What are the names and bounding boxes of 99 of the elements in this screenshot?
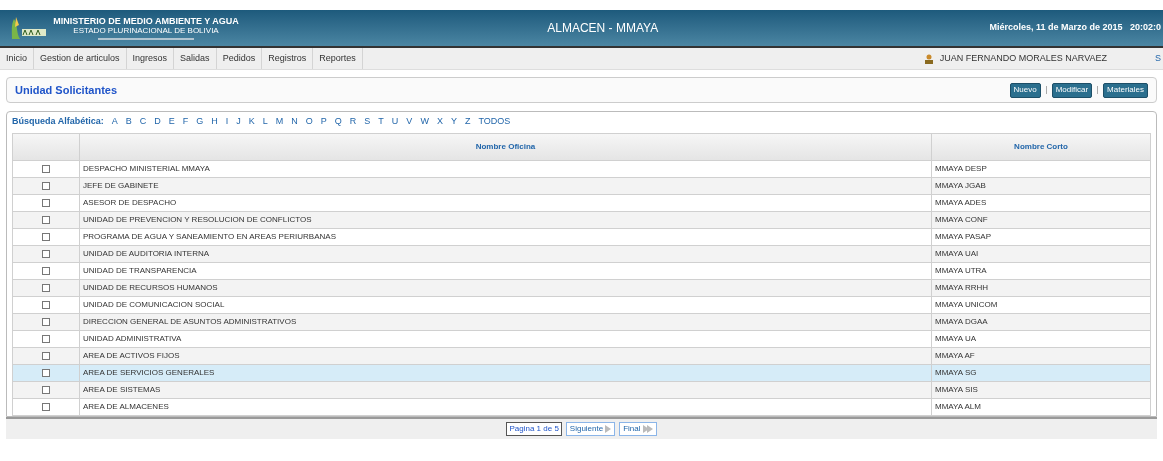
checkbox[interactable] <box>42 215 50 224</box>
checkbox[interactable] <box>42 317 50 326</box>
table-cell: MMAYA UTRA <box>935 266 987 275</box>
table-cell: JEFE DE GABINETE <box>83 181 159 190</box>
search-label: Búsqueda Alfabética: <box>12 114 104 128</box>
letter-link[interactable]: P <box>320 114 327 129</box>
checkbox[interactable] <box>42 351 50 360</box>
table-cell: MMAYA CONF <box>935 215 988 224</box>
checkbox[interactable] <box>42 249 50 258</box>
letter-link[interactable]: G <box>196 114 204 129</box>
letter-link[interactable]: Q <box>334 114 342 129</box>
table-cell: ASESOR DE DESPACHO <box>83 198 177 207</box>
table-cell: MMAYA SIS <box>935 385 978 394</box>
letter-link[interactable]: I <box>225 114 229 129</box>
table-cell: DIRECCION GENERAL DE ASUNTOS ADMINISTRATIVOS <box>83 317 297 326</box>
menu-item[interactable]: Ingresos <box>126 48 175 69</box>
checkbox[interactable] <box>42 300 50 309</box>
logout-link[interactable]: S <box>1155 51 1163 66</box>
menu-item[interactable]: Reportes <box>313 48 363 69</box>
letter-link[interactable]: D <box>154 114 161 129</box>
menu-item[interactable]: Registros <box>262 48 314 69</box>
letter-link[interactable]: A <box>111 114 118 129</box>
action-button[interactable]: Materiales <box>1103 82 1148 98</box>
menu-item[interactable]: Pedidos <box>216 48 263 69</box>
ministry-name: MINISTERIO DE MEDIO AMBIENTE Y AGUA <box>53 16 239 26</box>
arrow-icon <box>605 425 612 433</box>
table-cell: UNIDAD ADMINISTRATIVA <box>83 334 182 343</box>
letter-link[interactable]: N <box>291 114 298 129</box>
checkbox[interactable] <box>42 368 50 377</box>
logo-icon <box>10 15 48 41</box>
table-cell: DESPACHO MINISTERIAL MMAYA <box>83 164 210 173</box>
table-cell: UNIDAD DE RECURSOS HUMANOS <box>83 283 218 292</box>
letter-link[interactable]: E <box>168 114 175 129</box>
table-cell: MMAYA ALM <box>935 402 981 411</box>
letter-link[interactable]: X <box>436 114 443 129</box>
double-arrow-icon <box>642 425 653 433</box>
table-cell: UNIDAD DE TRANSPARENCIA <box>83 266 197 275</box>
table-cell: AREA DE SERVICIOS GENERALES <box>83 368 215 377</box>
table-cell: AREA DE SISTEMAS <box>83 385 161 394</box>
letter-link[interactable]: T <box>378 114 384 129</box>
table-cell: UNIDAD DE COMUNICACION SOCIAL <box>83 300 225 309</box>
state-name: ESTADO PLURINACIONAL DE BOLIVIA <box>73 26 219 36</box>
table-cell: UNIDAD DE PREVENCION Y RESOLUCION DE CONFLICTOS <box>83 215 312 224</box>
table-cell: UNIDAD DE AUDITORIA INTERNA <box>83 249 210 258</box>
menu-item[interactable]: Inicio <box>0 48 34 69</box>
checkbox[interactable] <box>42 283 50 292</box>
letter-link[interactable]: L <box>262 114 268 129</box>
checkbox[interactable] <box>42 385 50 394</box>
letter-link[interactable]: V <box>406 114 413 129</box>
letter-link[interactable]: U <box>391 114 399 129</box>
table-cell: MMAYA ADES <box>935 198 987 207</box>
table-cell: MMAYA JGAB <box>935 181 986 190</box>
app-title: ALMACEN - MMAYA <box>547 20 659 37</box>
column-header: Nombre Corto <box>931 133 1151 161</box>
checkbox[interactable] <box>42 164 50 173</box>
checkbox[interactable] <box>42 402 50 411</box>
action-button[interactable]: Modificar <box>1051 82 1093 98</box>
checkbox[interactable] <box>42 266 50 275</box>
menu-item[interactable]: Salidas <box>174 48 217 69</box>
checkbox[interactable] <box>42 232 50 241</box>
column-header: Nombre Oficina <box>79 133 932 161</box>
letter-link[interactable]: J <box>236 114 241 129</box>
letter-link[interactable]: W <box>420 114 429 129</box>
table-cell: AREA DE ALMACENES <box>83 402 169 411</box>
table-cell: MMAYA UA <box>935 334 977 343</box>
letter-link[interactable]: Z <box>464 114 471 129</box>
table-cell: MMAYA UNICOM <box>935 300 998 309</box>
letter-link[interactable]: F <box>182 114 189 129</box>
table-cell: MMAYA DGAA <box>935 317 988 326</box>
table-cell: MMAYA SG <box>935 368 977 377</box>
letter-link[interactable]: C <box>139 114 147 129</box>
table-cell: AREA DE ACTIVOS FIJOS <box>83 351 180 360</box>
next-button[interactable]: Siguiente <box>565 422 616 436</box>
action-button[interactable]: Nuevo <box>1009 82 1041 98</box>
page-title: Unidad Solicitantes <box>15 82 118 98</box>
last-button[interactable]: Final <box>619 422 657 436</box>
table-cell: MMAYA DESP <box>935 164 987 173</box>
letter-link[interactable]: H <box>211 114 218 129</box>
table-cell: MMAYA RRHH <box>935 283 989 292</box>
letter-link[interactable]: M <box>275 114 284 129</box>
checkbox[interactable] <box>42 181 50 190</box>
letter-link[interactable]: S <box>364 114 371 129</box>
table-cell: MMAYA UAI <box>935 249 979 258</box>
menu-item[interactable]: Gestion de articulos <box>34 48 127 69</box>
table-cell: PROGRAMA DE AGUA Y SANEAMIENTO EN AREAS PERIURBANAS <box>83 232 336 241</box>
letter-link[interactable]: Y <box>450 114 457 129</box>
letter-link[interactable]: TODOS <box>478 114 511 129</box>
checkbox[interactable] <box>42 198 50 207</box>
letter-link[interactable]: R <box>349 114 357 129</box>
checkbox[interactable] <box>42 334 50 343</box>
letter-link[interactable]: O <box>305 114 313 129</box>
user-icon <box>923 53 934 64</box>
date-time: Miércoles, 11 de Marzo de 2015 20:02:0 <box>989 21 1162 35</box>
letter-link[interactable]: K <box>248 114 255 129</box>
table-cell: MMAYA AF <box>935 351 975 360</box>
table-cell: MMAYA PASAP <box>935 232 991 241</box>
user-name: JUAN FERNANDO MORALES NARVAEZ <box>939 51 1107 65</box>
page-indicator: Pagina 1 de 5 <box>506 422 562 436</box>
letter-link[interactable]: B <box>125 114 132 129</box>
